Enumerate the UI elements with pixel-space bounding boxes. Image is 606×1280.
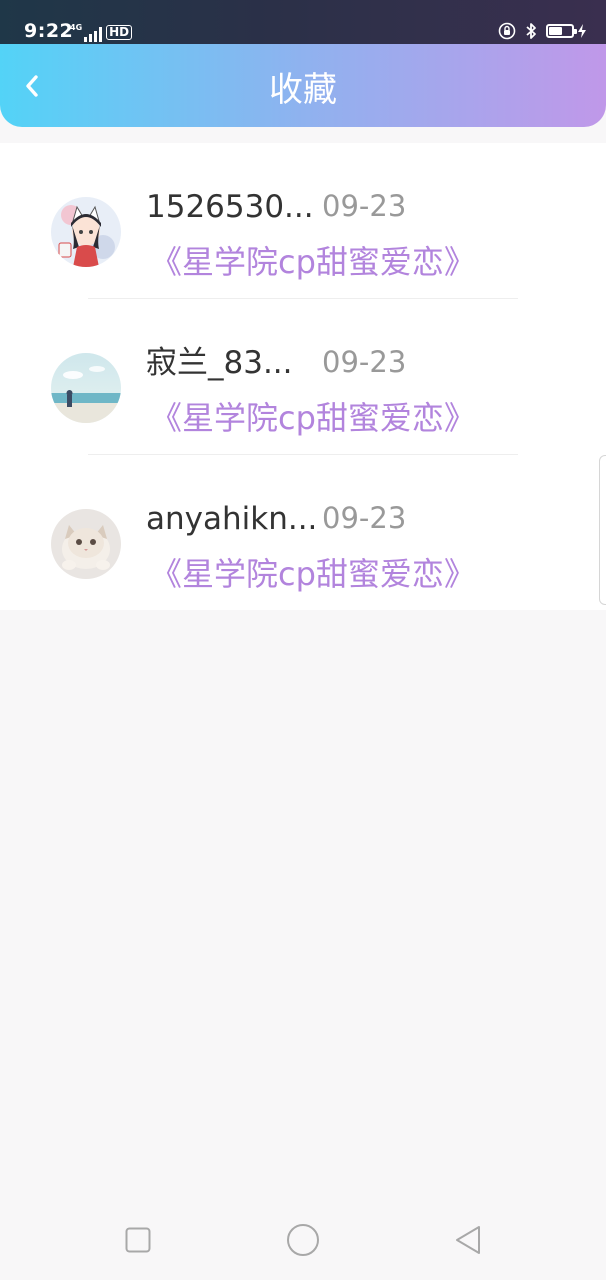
list-item[interactable]: 寂兰_83... 09-23 《星学院cp甜蜜爱恋》 bbox=[0, 299, 606, 455]
hd-badge: HD bbox=[106, 25, 133, 40]
network-type: 4G bbox=[70, 23, 83, 32]
beach-scene-avatar-icon bbox=[51, 353, 121, 423]
network-indicator: 4G HD bbox=[70, 20, 133, 42]
side-panel-handle[interactable] bbox=[599, 455, 606, 605]
lock-rotation-icon bbox=[498, 22, 516, 40]
user-name: 寂兰_83... bbox=[146, 345, 293, 381]
status-time: 9:22 bbox=[24, 20, 74, 42]
square-recents-icon bbox=[125, 1227, 151, 1253]
battery-icon bbox=[546, 24, 577, 38]
work-title-link[interactable]: 《星学院cp甜蜜爱恋》 bbox=[150, 553, 476, 595]
charging-bolt-icon bbox=[578, 24, 586, 38]
list-item[interactable]: 1526530... 09-23 《星学院cp甜蜜爱恋》 bbox=[0, 143, 606, 299]
signal-icon bbox=[84, 26, 103, 42]
status-bar: 9:22 4G HD bbox=[0, 0, 606, 44]
back-nav-button[interactable] bbox=[448, 1220, 488, 1260]
status-icons bbox=[498, 20, 586, 42]
avatar[interactable] bbox=[51, 509, 121, 579]
user-name: anyahikn... bbox=[146, 501, 318, 537]
page-title: 收藏 bbox=[269, 70, 337, 110]
user-name: 1526530... bbox=[146, 189, 314, 225]
work-title-link[interactable]: 《星学院cp甜蜜爱恋》 bbox=[150, 241, 476, 283]
favorites-list: 1526530... 09-23 《星学院cp甜蜜爱恋》 寂兰_83... 09… bbox=[0, 143, 606, 610]
system-nav-bar bbox=[0, 1196, 606, 1280]
circle-home-icon bbox=[287, 1224, 319, 1256]
app-header: 收藏 bbox=[0, 44, 606, 127]
item-date: 09-23 bbox=[322, 501, 407, 535]
work-title-link[interactable]: 《星学院cp甜蜜爱恋》 bbox=[150, 397, 476, 439]
avatar[interactable] bbox=[51, 353, 121, 423]
item-date: 09-23 bbox=[322, 345, 407, 379]
list-item[interactable]: anyahikn... 09-23 《星学院cp甜蜜爱恋》 bbox=[0, 455, 606, 610]
anime-girl-avatar-icon bbox=[51, 197, 121, 267]
recents-button[interactable] bbox=[118, 1220, 158, 1260]
kitten-avatar-icon bbox=[51, 509, 121, 579]
avatar[interactable] bbox=[51, 197, 121, 267]
home-button[interactable] bbox=[283, 1220, 323, 1260]
triangle-back-icon bbox=[456, 1226, 480, 1254]
item-date: 09-23 bbox=[322, 189, 407, 223]
bluetooth-icon bbox=[526, 23, 536, 39]
